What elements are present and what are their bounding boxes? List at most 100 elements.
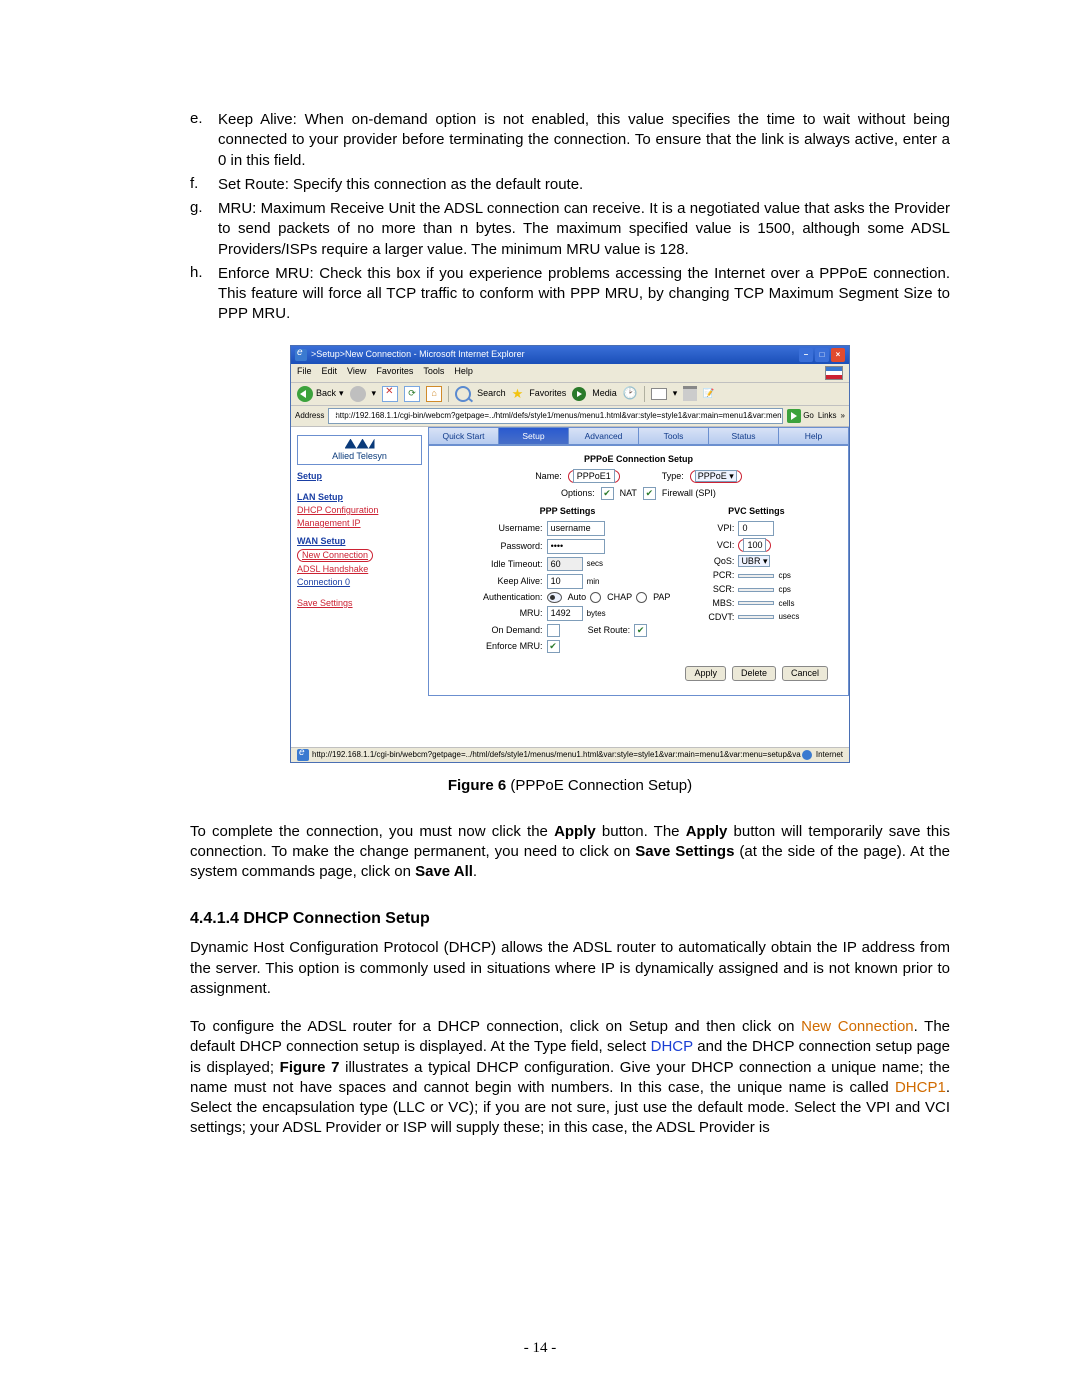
sidebar-lan-setup: LAN Setup [297,492,422,503]
refresh-icon[interactable]: ⟳ [404,386,420,402]
keepalive-input[interactable]: 10 [547,574,583,589]
auth-chap-radio[interactable] [590,592,601,603]
pcr-label: PCR: [700,570,734,581]
tab-setup[interactable]: Setup [499,427,569,445]
scr-label: SCR: [700,584,734,595]
vci-label: VCI: [700,540,734,551]
ondemand-checkbox[interactable] [547,624,560,637]
back-button[interactable]: Back ▾ [297,386,344,402]
status-bar: http://192.168.1.1/cgi-bin/webcm?getpage… [291,747,849,762]
vpi-input[interactable]: 0 [738,521,774,536]
firewall-checkbox[interactable]: ✔ [643,487,656,500]
links-label[interactable]: Links [818,411,837,421]
menu-help[interactable]: Help [454,366,473,380]
brand-box: Allied Telesyn [297,435,422,466]
username-label: Username: [465,523,543,534]
mru-unit: bytes [587,609,621,619]
sidebar-management-ip[interactable]: Management IP [297,518,422,529]
cancel-button[interactable]: Cancel [782,666,828,681]
search-icon[interactable] [455,386,471,402]
tab-advanced[interactable]: Advanced [569,427,639,445]
password-label: Password: [465,541,543,552]
options-label: Options: [561,488,595,499]
name-input[interactable]: PPPoE1 [573,469,615,483]
media-icon[interactable] [572,387,586,401]
list-body: Set Route: Specify this connection as th… [218,175,950,195]
media-label[interactable]: Media [592,388,617,399]
password-input[interactable]: •••• [547,539,605,554]
menu-edit[interactable]: Edit [322,366,338,380]
minimize-icon[interactable]: – [799,348,813,362]
enforcemru-checkbox[interactable]: ✔ [547,640,560,653]
window-title: >Setup>New Connection - Microsoft Intern… [311,349,525,360]
sidebar-adsl-handshake[interactable]: ADSL Handshake [297,564,422,575]
search-label[interactable]: Search [477,388,506,399]
sidebar-setup[interactable]: Setup [297,471,422,482]
delete-button[interactable]: Delete [732,666,776,681]
sidebar-connection-0[interactable]: Connection 0 [297,577,422,588]
home-icon[interactable]: ⌂ [426,386,442,402]
tab-help[interactable]: Help [779,427,849,445]
nat-checkbox[interactable]: ✔ [601,487,614,500]
sidebar-wan-setup: WAN Setup [297,536,422,547]
stop-icon[interactable] [382,386,398,402]
mail-icon[interactable] [651,388,667,400]
menu-tools[interactable]: Tools [423,366,444,380]
figure-text: (PPPoE Connection Setup) [506,777,692,794]
mru-input[interactable]: 1492 [547,606,583,621]
ppp-title: PPP Settings [465,506,671,517]
scr-unit: cps [778,585,812,595]
setroute-checkbox[interactable]: ✔ [634,624,647,637]
type-select[interactable]: PPPoE ▾ [695,470,737,482]
auth-pap-radio[interactable] [636,592,647,603]
apply-button[interactable]: Apply [685,666,726,681]
internet-zone-icon [802,750,812,760]
edit-icon[interactable]: 📝 [703,388,714,399]
page-number: - 14 - [0,1340,1080,1357]
favorites-label[interactable]: Favorites [529,388,566,399]
favorites-icon[interactable]: ★ [512,386,524,402]
mbs-input[interactable] [738,601,774,605]
print-icon[interactable] [683,386,697,401]
forward-icon[interactable] [350,386,366,402]
go-button[interactable]: Go [787,409,814,423]
sidebar-save-settings[interactable]: Save Settings [297,598,422,609]
brand-text: Allied Telesyn [332,451,387,462]
tab-tools[interactable]: Tools [639,427,709,445]
idle-input[interactable]: 60 [547,557,583,572]
history-icon[interactable]: 🕑 [623,386,638,400]
menu-favorites[interactable]: Favorites [376,366,413,380]
qos-select[interactable]: UBR ▾ [738,555,770,568]
auth-auto-label: Auto [568,592,587,603]
idle-unit: secs [587,559,621,569]
vpi-label: VPI: [700,523,734,534]
cdvt-input[interactable] [738,615,774,619]
close-icon[interactable]: × [831,348,845,362]
scr-input[interactable] [738,588,774,592]
cdvt-label: CDVT: [700,612,734,623]
paragraph-dhcp-intro: Dynamic Host Configuration Protocol (DHC… [190,938,950,999]
menu-view[interactable]: View [347,366,366,380]
back-icon [297,386,313,402]
vci-input[interactable]: 100 [743,538,766,552]
pcr-input[interactable] [738,574,774,578]
sidebar-new-connection[interactable]: New Connection [297,547,422,562]
figure-label: Figure 6 [448,777,506,794]
menu-file[interactable]: File [297,366,312,380]
sidebar-dhcp-config[interactable]: DHCP Configuration [297,505,422,516]
tab-quick-start[interactable]: Quick Start [428,427,499,445]
address-input[interactable]: http://192.168.1.1/cgi-bin/webcm?getpage… [328,408,783,424]
auth-auto-radio[interactable] [547,592,562,603]
tab-status[interactable]: Status [709,427,779,445]
paragraph-apply: To complete the connection, you must now… [190,822,950,883]
brand-logo-icon [345,439,375,449]
pvc-title: PVC Settings [700,506,812,517]
list-body: MRU: Maximum Receive Unit the ADSL conne… [218,199,950,260]
username-input[interactable]: username [547,521,605,536]
go-label: Go [803,411,814,421]
name-label: Name: [535,471,562,482]
mbs-unit: cells [778,599,812,609]
maximize-icon[interactable]: □ [815,348,829,362]
window-titlebar: >Setup>New Connection - Microsoft Intern… [291,346,849,364]
setroute-label: Set Route: [588,625,631,636]
